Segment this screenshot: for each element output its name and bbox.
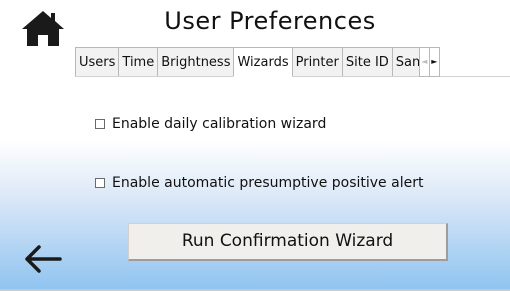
tab-wizards[interactable]: Wizards [233,47,293,77]
tab-sanitation-partial[interactable]: San [391,47,420,77]
tab-scroll-controls: ◄ ► [418,47,440,77]
page-title: User Preferences [164,7,376,35]
tab-printer[interactable]: Printer [291,47,343,77]
scroll-right-icon[interactable]: ► [428,47,440,77]
tab-bar: Users Time Brightness Wizards Printer Si… [75,47,510,77]
tab-brightness[interactable]: Brightness [157,47,235,77]
back-button[interactable] [22,242,64,276]
daily-calibration-label: Enable daily calibration wizard [112,116,327,132]
home-button[interactable] [20,8,66,48]
back-arrow-icon [25,245,62,273]
presumptive-alert-checkbox[interactable] [95,178,105,188]
presumptive-alert-option[interactable]: Enable automatic presumptive positive al… [95,175,423,191]
presumptive-alert-label: Enable automatic presumptive positive al… [112,175,424,191]
daily-calibration-checkbox[interactable] [95,119,105,129]
daily-calibration-option[interactable]: Enable daily calibration wizard [95,116,326,132]
tab-users[interactable]: Users [75,47,120,77]
tab-time[interactable]: Time [118,47,159,77]
wizards-panel: Enable daily calibration wizard Enable a… [75,76,510,286]
user-preferences-screen: User Preferences Users Time Brightness W… [0,0,510,291]
tab-site-id[interactable]: Site ID [341,47,393,77]
home-icon [22,11,64,46]
run-confirmation-wizard-button[interactable]: Run Confirmation Wizard [128,223,448,261]
